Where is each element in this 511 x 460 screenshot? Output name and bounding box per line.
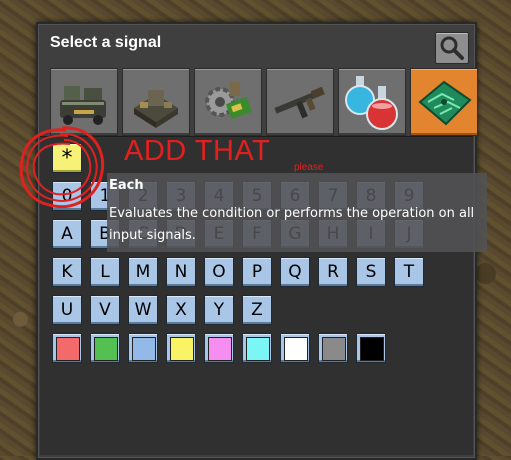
signal-color-green[interactable] xyxy=(90,333,120,363)
red-scribble-circle xyxy=(19,126,105,209)
signal-color-grey[interactable] xyxy=(318,333,348,363)
signal-letter-l[interactable]: L xyxy=(90,257,120,287)
signal-tooltip: Each Evaluates the condition or performs… xyxy=(107,173,487,252)
blue-swatch xyxy=(132,337,156,361)
white-swatch xyxy=(284,337,308,361)
signal-letter-x[interactable]: X xyxy=(166,295,196,325)
tab-signals[interactable] xyxy=(410,68,478,136)
tab-intermediate-products[interactable] xyxy=(194,68,262,136)
category-tabs xyxy=(50,68,482,136)
rifle-icon xyxy=(274,86,325,119)
signal-letter-k[interactable]: K xyxy=(52,257,82,287)
annotation-text: ADD THAT xyxy=(124,135,271,167)
signal-letter-q[interactable]: Q xyxy=(280,257,310,287)
signal-color-yellow[interactable] xyxy=(166,333,196,363)
signal-letter-n[interactable]: N xyxy=(166,257,196,287)
signal-letter-r[interactable]: R xyxy=(318,257,348,287)
assembler-icon xyxy=(134,90,178,128)
signal-letter-w[interactable]: W xyxy=(128,295,158,325)
signal-letter-a[interactable]: A xyxy=(52,219,82,249)
signal-color-cyan[interactable] xyxy=(242,333,272,363)
tab-science[interactable] xyxy=(338,68,406,136)
signal-color-blue[interactable] xyxy=(128,333,158,363)
signal-letter-m[interactable]: M xyxy=(128,257,158,287)
dialog-title: Select a signal xyxy=(50,34,162,51)
signal-letter-y[interactable]: Y xyxy=(204,295,234,325)
flasks-icon xyxy=(345,76,398,130)
tooltip-title: Each xyxy=(109,178,144,193)
signal-color-pink[interactable] xyxy=(204,333,234,363)
gear-circuit-icon xyxy=(205,82,253,120)
signal-letter-u[interactable]: U xyxy=(52,295,82,325)
tooltip-description: Evaluates the condition or performs the … xyxy=(109,206,475,243)
signal-letter-z[interactable]: Z xyxy=(242,295,272,325)
signal-color-black[interactable] xyxy=(356,333,386,363)
search-button[interactable] xyxy=(435,32,469,64)
tab-production[interactable] xyxy=(122,68,190,136)
black-swatch xyxy=(360,337,384,361)
signal-letter-o[interactable]: O xyxy=(204,257,234,287)
signal-letter-s[interactable]: S xyxy=(356,257,386,287)
yellow-swatch xyxy=(170,337,194,361)
tab-combat[interactable] xyxy=(266,68,334,136)
circuit-board-icon xyxy=(418,80,472,126)
cyan-swatch xyxy=(246,337,270,361)
grey-swatch xyxy=(322,337,346,361)
magnifier-icon xyxy=(440,36,464,60)
signal-letter-p[interactable]: P xyxy=(242,257,272,287)
pink-swatch xyxy=(208,337,232,361)
signal-color-red[interactable] xyxy=(52,333,82,363)
red-swatch xyxy=(56,337,80,361)
annotation-small-text: please xyxy=(294,162,324,173)
signal-color-white[interactable] xyxy=(280,333,310,363)
signal-letter-v[interactable]: V xyxy=(90,295,120,325)
signal-letter-t[interactable]: T xyxy=(394,257,424,287)
green-swatch xyxy=(94,337,118,361)
